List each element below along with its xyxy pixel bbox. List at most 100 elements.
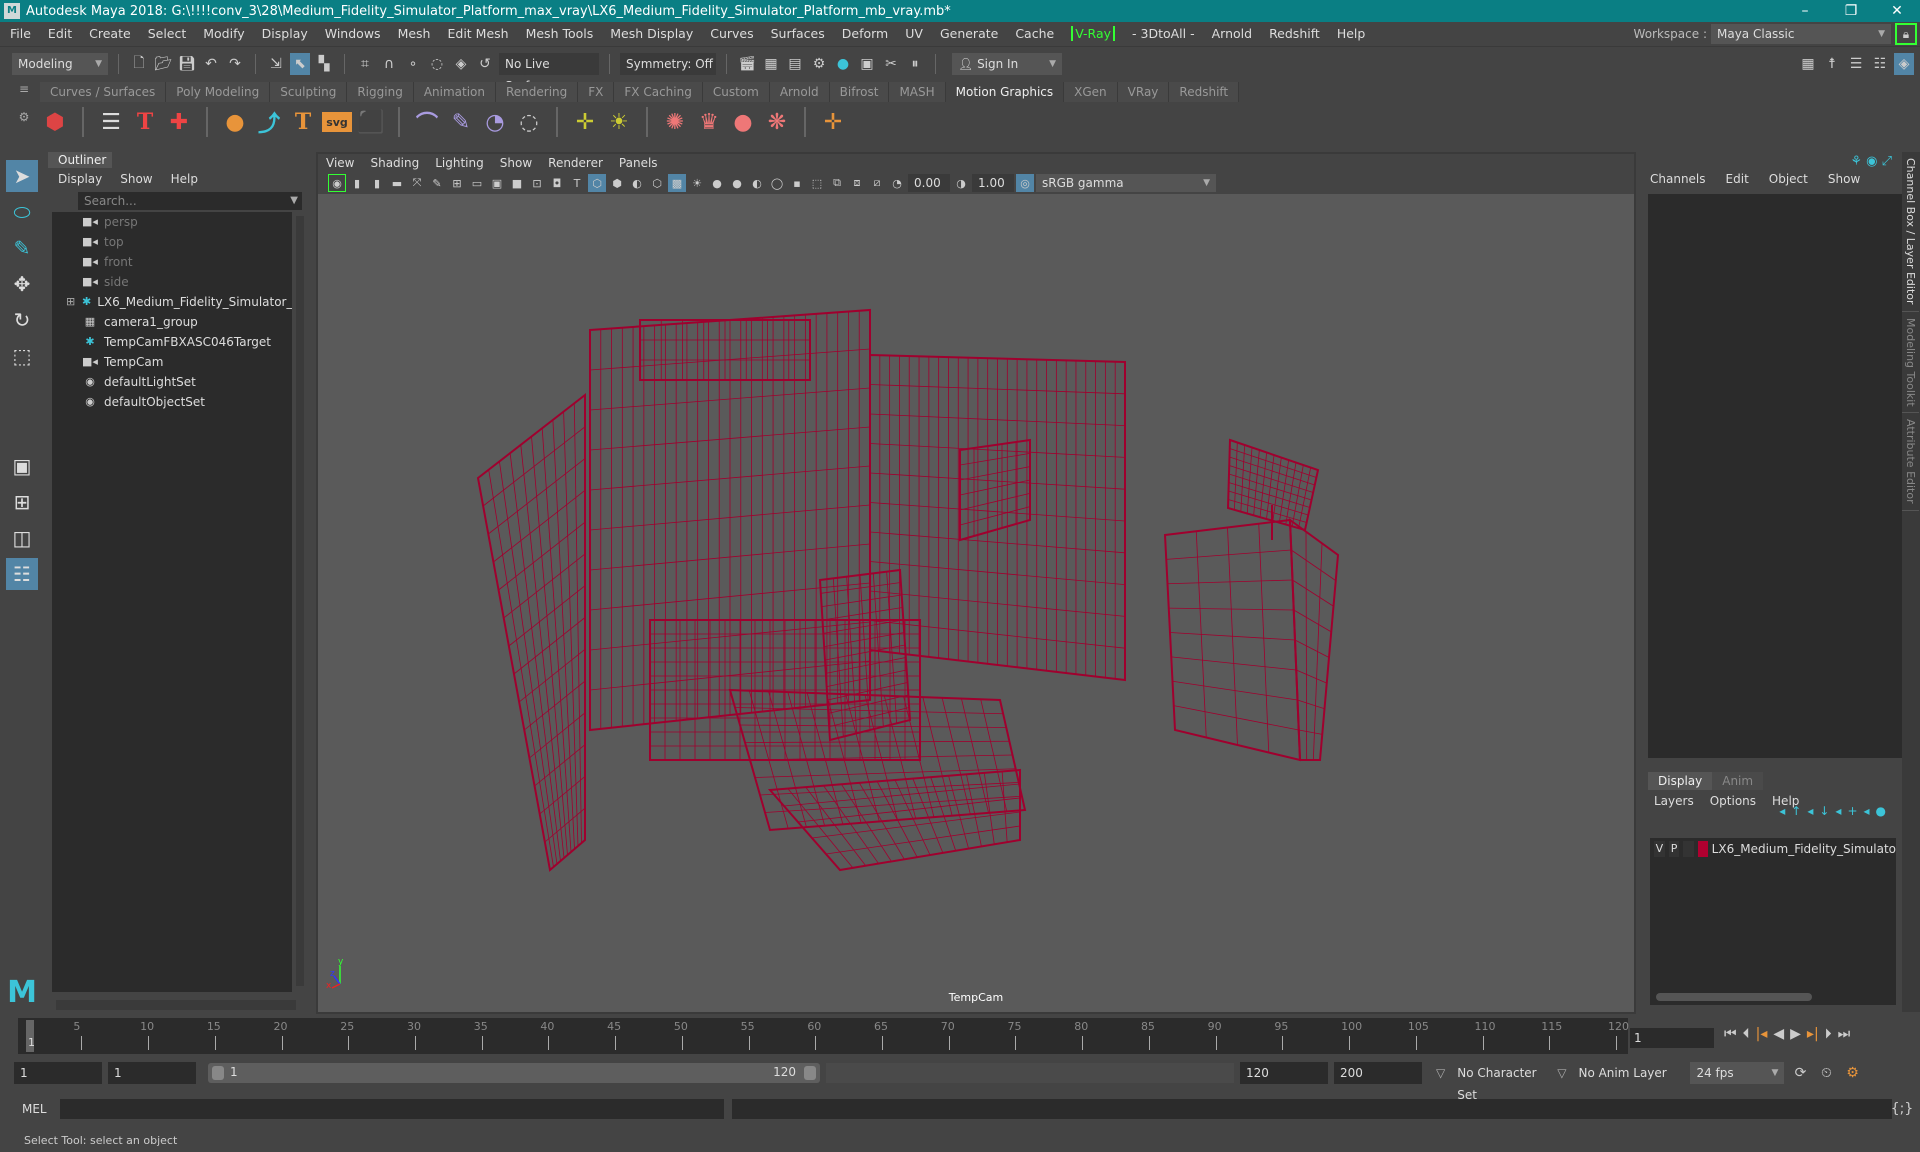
- snap-view-plane-icon[interactable]: ◌: [427, 53, 447, 75]
- field-chart-icon[interactable]: ⊡: [528, 174, 546, 192]
- layer-tab-anim[interactable]: Anim: [1712, 772, 1764, 790]
- svg-icon[interactable]: svg: [322, 112, 352, 132]
- sign-in-button[interactable]: 👤︎ Sign In: [952, 52, 1062, 75]
- four-view-layout-icon[interactable]: ⊞: [6, 486, 38, 518]
- exposure-field[interactable]: 0.00: [908, 174, 950, 192]
- shelf-tab-fx-caching[interactable]: FX Caching: [614, 82, 703, 102]
- shelf-tab-rendering[interactable]: Rendering: [496, 82, 579, 102]
- character-set-dropdown[interactable]: No Character Set: [1451, 1062, 1552, 1102]
- type-tool-icon[interactable]: T: [130, 107, 160, 137]
- snap-live-icon[interactable]: ◈: [451, 53, 471, 75]
- render-view-icon[interactable]: ▣: [857, 53, 877, 75]
- color-space-dropdown[interactable]: sRGB gamma: [1036, 174, 1216, 192]
- outliner-item[interactable]: ✱ TempCamFBXASC046Target: [52, 332, 292, 352]
- render-sequence-icon[interactable]: ▦: [761, 53, 781, 75]
- layer-menu-options[interactable]: Options: [1710, 794, 1756, 808]
- vray-render-icon[interactable]: ✂: [881, 53, 901, 75]
- current-frame-field[interactable]: 1: [1630, 1028, 1714, 1048]
- menu-arnold[interactable]: Arnold: [1212, 26, 1252, 41]
- shelf-tab-motion-graphics[interactable]: Motion Graphics: [945, 82, 1065, 102]
- pause-render-icon[interactable]: ⏸: [905, 53, 925, 75]
- grid-icon[interactable]: ⊞: [448, 174, 466, 192]
- playback-start-field[interactable]: 1: [108, 1062, 196, 1084]
- two-d-pan-zoom-icon[interactable]: ⤧: [408, 174, 426, 192]
- outliner-item[interactable]: ⊞ ✱ LX6_Medium_Fidelity_Simulator_Platform: [52, 292, 292, 312]
- outliner-item[interactable]: ■◂ persp: [52, 212, 292, 232]
- lasso-tool-icon[interactable]: ⬭: [6, 196, 38, 228]
- fps-dropdown[interactable]: 24 fps: [1690, 1062, 1785, 1084]
- viewport-canvas[interactable]: y z x TempCam: [318, 194, 1634, 1012]
- two-view-layout-icon[interactable]: ◫: [6, 522, 38, 554]
- menu-edit[interactable]: Edit: [48, 26, 72, 41]
- scene-end-field[interactable]: 200: [1334, 1062, 1422, 1084]
- outliner-menu-show[interactable]: Show: [120, 172, 152, 186]
- go-to-end-icon[interactable]: ⏭: [1838, 1026, 1851, 1042]
- menu-select[interactable]: Select: [148, 26, 187, 41]
- snap-grid-icon[interactable]: ⌗: [355, 53, 375, 75]
- shelf-tab-curves-surfaces[interactable]: Curves / Surfaces: [40, 82, 167, 102]
- shelf-tab-sculpting[interactable]: Sculpting: [270, 82, 348, 102]
- open-scene-icon[interactable]: 📂︎: [153, 53, 173, 75]
- exposure-icon[interactable]: ◔: [888, 174, 906, 192]
- scale-tool-icon[interactable]: ⬚: [6, 340, 38, 372]
- layer-row[interactable]: V P LX6_Medium_Fidelity_Simulato: [1650, 838, 1896, 860]
- layer-menu-layers[interactable]: Layers: [1654, 794, 1694, 808]
- safe-action-icon[interactable]: ◘: [548, 174, 566, 192]
- live-surface-field[interactable]: No Live Surface: [499, 52, 599, 93]
- auto-key-icon[interactable]: ⏲: [1816, 1062, 1836, 1084]
- layer-buttons[interactable]: ◂↑◂↓◂+◂●: [1779, 804, 1892, 818]
- menu-surfaces[interactable]: Surfaces: [771, 26, 825, 41]
- wireframe-icon[interactable]: ⬡: [588, 174, 606, 192]
- outliner-search-input[interactable]: Search...: [78, 192, 302, 210]
- command-input[interactable]: [60, 1099, 724, 1119]
- smooth-shade-icon[interactable]: ⬢: [608, 174, 626, 192]
- lock-icon[interactable]: 🔒︎: [1895, 23, 1917, 45]
- snap-projected-icon[interactable]: ↺: [475, 53, 495, 75]
- menu-help[interactable]: Help: [1337, 26, 1366, 41]
- camera-attributes-icon[interactable]: ▮: [348, 174, 366, 192]
- curve-icon[interactable]: ⤴: [254, 107, 284, 137]
- select-component-icon[interactable]: ▚: [314, 53, 334, 75]
- scene-start-field[interactable]: 1: [14, 1062, 102, 1084]
- sphere-icon[interactable]: ●: [220, 107, 250, 137]
- outliner-menu-help[interactable]: Help: [171, 172, 198, 186]
- layer-horizontal-scrollbar[interactable]: [1656, 993, 1812, 1001]
- viewport-menu-show[interactable]: Show: [500, 154, 532, 172]
- shelf-tab-xgen[interactable]: XGen: [1064, 82, 1118, 102]
- menu-mesh[interactable]: Mesh: [398, 26, 431, 41]
- maximize-button[interactable]: ❐: [1828, 0, 1874, 22]
- bookmark-icon[interactable]: ▮: [368, 174, 386, 192]
- step-back-key-icon[interactable]: ⏴: [1743, 1026, 1750, 1042]
- field-icon[interactable]: ❋: [762, 107, 792, 137]
- tool-settings-icon[interactable]: ☷: [1870, 53, 1890, 75]
- shelf-tab-mash[interactable]: MASH: [889, 82, 946, 102]
- default-material-icon[interactable]: ◐: [628, 174, 646, 192]
- xray-icon[interactable]: ▩: [668, 174, 686, 192]
- viewport-menu-view[interactable]: View: [326, 154, 354, 172]
- isolate-select-icon[interactable]: ⬚: [808, 174, 826, 192]
- command-language-label[interactable]: MEL: [22, 1102, 58, 1116]
- sun-icon[interactable]: ☀: [604, 107, 634, 137]
- outliner-menu-display[interactable]: Display: [58, 172, 102, 186]
- expand-icon[interactable]: ⊞: [66, 292, 75, 312]
- backface-culling-icon[interactable]: ⧄: [868, 174, 886, 192]
- workspace-dropdown[interactable]: Maya Classic: [1711, 24, 1891, 44]
- select-tool-icon[interactable]: ➤: [6, 160, 38, 192]
- shelf-tab-arnold[interactable]: Arnold: [769, 82, 830, 102]
- shelf-tab-animation[interactable]: Animation: [413, 82, 496, 102]
- save-scene-icon[interactable]: 💾︎: [177, 53, 197, 75]
- anim-prefs-icon[interactable]: ⚙: [1842, 1062, 1862, 1084]
- undo-icon[interactable]: ↶: [201, 53, 221, 75]
- resolution-gate-icon[interactable]: ▣: [488, 174, 506, 192]
- menu-redshift[interactable]: Redshift: [1269, 26, 1320, 41]
- modeling-toolkit-icon[interactable]: ▦: [1798, 53, 1818, 75]
- channel-box-menu-channels[interactable]: Channels: [1650, 172, 1706, 186]
- outliner-vertical-scrollbar[interactable]: [296, 216, 304, 986]
- snap-point-icon[interactable]: ∘: [403, 53, 423, 75]
- gamma-field[interactable]: 1.00: [972, 174, 1014, 192]
- shelf-tab-vray[interactable]: VRay: [1117, 82, 1170, 102]
- menu-deform[interactable]: Deform: [842, 26, 888, 41]
- outliner-item[interactable]: ■◂ TempCam: [52, 352, 292, 372]
- menu-uv[interactable]: UV: [905, 26, 923, 41]
- hypershade-icon[interactable]: ●: [833, 53, 853, 75]
